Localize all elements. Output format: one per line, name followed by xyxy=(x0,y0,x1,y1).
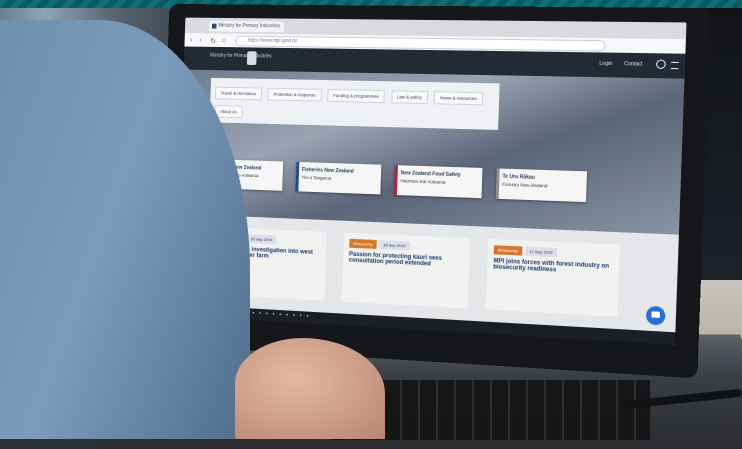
refresh-icon[interactable]: ↻ xyxy=(210,37,216,45)
card-title: New Zealand Food Safety xyxy=(400,170,461,179)
back-icon[interactable]: ‹ xyxy=(190,37,192,44)
forward-icon[interactable]: › xyxy=(199,37,201,44)
nav-tab-law[interactable]: Law & policy xyxy=(390,90,428,105)
menu-icon[interactable] xyxy=(670,61,679,70)
laptop-screen: Ministry for Primary Industries ‹ › ↻ ⌂ … xyxy=(175,17,687,345)
nav-tab-travel[interactable]: Travel & recreation xyxy=(214,86,262,101)
agency-card-forestry[interactable]: Te Uru Rākau Forestry New Zealand xyxy=(495,168,588,203)
card-title: Te Uru Rākau xyxy=(502,173,536,181)
home-icon[interactable]: ⌂ xyxy=(221,37,225,44)
news-date: 20 Sep 2019 xyxy=(246,234,276,245)
hero-banner: Travel & recreation Protection & respons… xyxy=(178,69,685,235)
chat-icon[interactable] xyxy=(645,305,666,326)
nav-tab-funding[interactable]: Funding & programmes xyxy=(327,88,385,104)
agency-card-food-safety[interactable]: New Zealand Food Safety Haumaru Kai Aote… xyxy=(393,165,483,199)
news-tag: Biosecurity xyxy=(493,245,523,256)
news-card[interactable]: Biosecurity 18 Sep 2019 Passion for prot… xyxy=(341,232,471,309)
card-subtitle: Forestry New Zealand xyxy=(502,181,548,189)
tab-title: Ministry for Primary Industries xyxy=(218,22,281,30)
crest-logo xyxy=(246,51,257,66)
browser-tab[interactable]: Ministry for Primary Industries xyxy=(208,20,285,33)
card-title: Fisheries New Zealand xyxy=(301,166,354,175)
card-accent xyxy=(495,168,500,199)
nav-tab-protection[interactable]: Protection & response xyxy=(267,87,322,102)
login-link[interactable]: Login xyxy=(599,61,612,67)
news-date: 17 Sep 2019 xyxy=(525,246,557,258)
agency-card-fisheries[interactable]: Fisheries New Zealand Tini a Tangaroa xyxy=(295,161,382,195)
main-nav: Travel & recreation Protection & respons… xyxy=(209,77,500,130)
site-logo-text[interactable]: Ministry for Primary Industries xyxy=(210,53,272,60)
contact-link[interactable]: Contact xyxy=(624,61,642,67)
card-subtitle: Tini a Tangaroa xyxy=(301,174,332,181)
header-links: Login Contact xyxy=(589,61,642,68)
news-tag: Biosecurity xyxy=(349,238,377,249)
news-card[interactable]: Biosecurity 17 Sep 2019 MPI joins forces… xyxy=(485,238,621,317)
search-icon[interactable] xyxy=(655,59,666,69)
news-date: 18 Sep 2019 xyxy=(379,240,410,251)
nav-tab-about[interactable]: About us xyxy=(214,105,243,119)
card-accent xyxy=(393,165,398,196)
card-subtitle: Haumaru Kai Aotearoa xyxy=(400,178,446,185)
card-accent xyxy=(295,161,300,192)
news-title[interactable]: MPI joins forces with forest industry on… xyxy=(493,258,613,276)
nav-tab-news[interactable]: News & resources xyxy=(433,91,483,106)
news-title[interactable]: Passion for protecting kauri sees consul… xyxy=(349,252,464,269)
favicon-icon xyxy=(211,23,217,29)
